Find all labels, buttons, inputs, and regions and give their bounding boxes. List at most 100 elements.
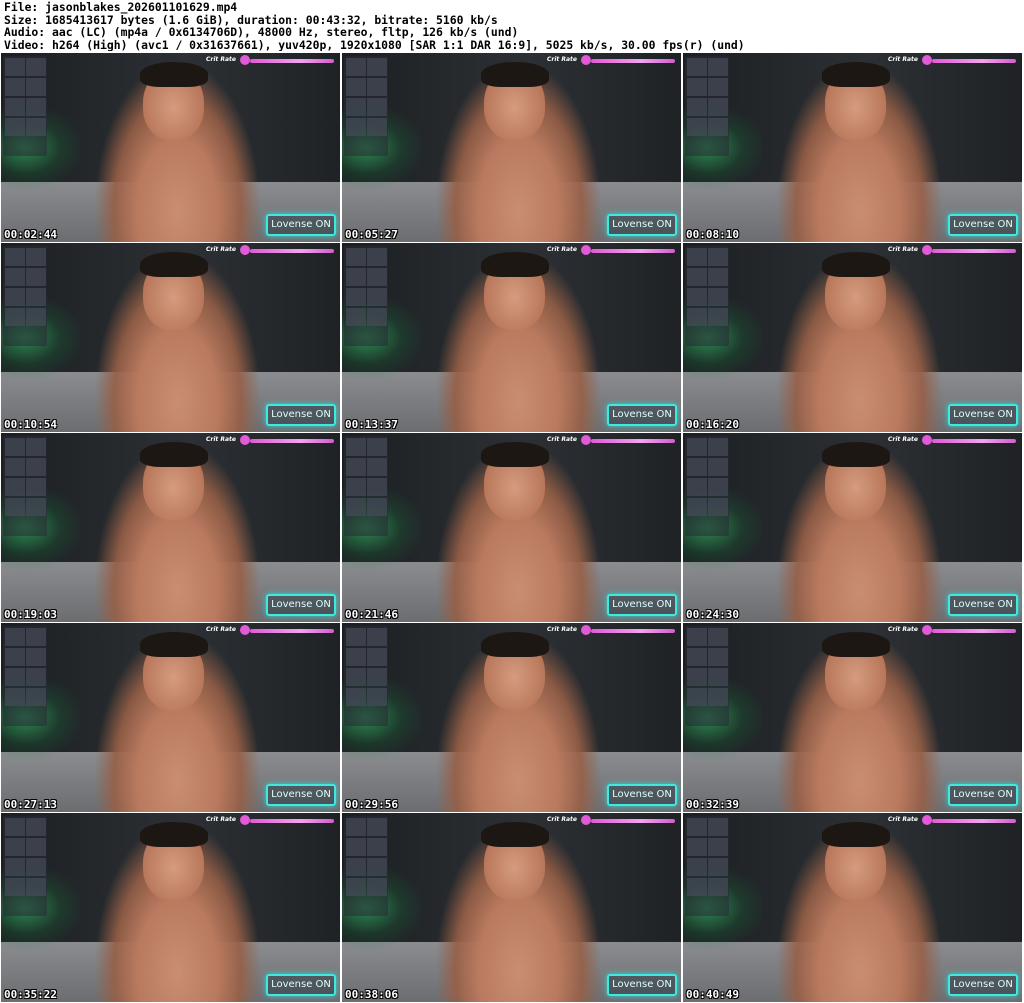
video-thumbnail: Crit Rate Lovense ON 00:35:22 [1,813,340,1002]
goal-cell [687,268,707,286]
thumbnail-timestamp: 00:05:27 [345,228,398,241]
crit-rate-meter: Crit Rate [547,815,677,826]
crit-rate-meter: Crit Rate [206,55,336,66]
goal-cell [346,288,366,306]
goal-cell [708,628,728,646]
stream-goal-panel [344,816,388,916]
stream-goal-panel [3,246,47,346]
goal-cell [687,688,707,706]
crit-rate-label: Crit Rate [547,246,577,253]
goal-cell [346,268,366,286]
crit-rate-dot [240,55,250,65]
person-hair [821,442,890,467]
person-hair [480,62,549,87]
crit-rate-label: Crit Rate [547,626,577,633]
goal-cell [26,818,46,836]
person-hair [480,822,549,847]
lovense-status-badge: Lovense ON [948,214,1018,236]
goal-cell [346,838,366,856]
goal-cell [5,648,25,666]
crit-rate-bar [591,59,675,63]
goal-cell [26,78,46,96]
goal-cell [367,438,387,456]
goal-cell [367,288,387,306]
goal-cell [708,268,728,286]
goal-cell [708,838,728,856]
crit-rate-meter: Crit Rate [547,435,677,446]
video-thumbnail: Crit Rate Lovense ON 00:29:56 [342,623,681,812]
lovense-status-badge: Lovense ON [948,404,1018,426]
goal-cell [5,98,25,116]
stream-goal-panel [344,626,388,726]
goal-cell [5,458,25,476]
thumbnail-timestamp: 00:40:49 [686,988,739,1001]
crit-rate-dot [922,625,932,635]
goal-cell [367,648,387,666]
crit-rate-label: Crit Rate [206,816,236,823]
person-hair [821,252,890,277]
goal-cell [26,268,46,286]
crit-rate-meter: Crit Rate [888,625,1018,636]
goal-cell [26,458,46,476]
goal-cell [346,688,366,706]
goal-cell [687,288,707,306]
video-thumbnail: Crit Rate Lovense ON 00:40:49 [683,813,1022,1002]
crit-rate-meter: Crit Rate [547,55,677,66]
goal-cell [346,458,366,476]
video-thumbnail: Crit Rate Lovense ON 00:05:27 [342,53,681,242]
goal-cell [346,668,366,686]
goal-cell [367,478,387,496]
goal-cell [687,668,707,686]
thumbnail-timestamp: 00:13:37 [345,418,398,431]
goal-cell [708,308,728,326]
goal-cell [687,838,707,856]
goal-cell [687,878,707,896]
goal-cell [367,818,387,836]
goal-cell [346,858,366,876]
crit-rate-dot [922,815,932,825]
lovense-status-badge: Lovense ON [266,974,336,996]
crit-rate-dot [240,815,250,825]
goal-cell [687,78,707,96]
goal-cell [26,498,46,516]
crit-rate-label: Crit Rate [206,626,236,633]
crit-rate-bar [591,629,675,633]
stream-goal-panel [685,56,729,156]
goal-cell [687,498,707,516]
goal-cell [708,98,728,116]
goal-cell [346,118,366,136]
goal-cell [367,838,387,856]
crit-rate-meter: Crit Rate [547,245,677,256]
crit-rate-meter: Crit Rate [206,245,336,256]
goal-cell [5,838,25,856]
goal-cell [708,648,728,666]
goal-cell [26,668,46,686]
person-hair [139,442,208,467]
goal-cell [346,878,366,896]
video-thumbnail: Crit Rate Lovense ON 00:38:06 [342,813,681,1002]
goal-cell [346,818,366,836]
crit-rate-bar [932,59,1016,63]
goal-cell [367,628,387,646]
crit-rate-dot [581,55,591,65]
lovense-status-badge: Lovense ON [607,404,677,426]
crit-rate-meter: Crit Rate [206,435,336,446]
stream-goal-panel [3,56,47,156]
crit-rate-dot [240,625,250,635]
file-size-line: Size: 1685413617 bytes (1.6 GiB), durati… [4,13,498,27]
crit-rate-bar [932,819,1016,823]
goal-cell [5,878,25,896]
video-thumbnail: Crit Rate Lovense ON 00:27:13 [1,623,340,812]
thumbnail-timestamp: 00:10:54 [4,418,57,431]
lovense-status-badge: Lovense ON [607,974,677,996]
goal-cell [708,118,728,136]
video-info-line: Video: h264 (High) (avc1 / 0x31637661), … [4,38,745,52]
crit-rate-dot [581,625,591,635]
goal-cell [367,858,387,876]
crit-rate-label: Crit Rate [888,626,918,633]
goal-cell [708,458,728,476]
goal-cell [687,458,707,476]
goal-cell [5,248,25,266]
goal-cell [687,118,707,136]
crit-rate-label: Crit Rate [206,56,236,63]
